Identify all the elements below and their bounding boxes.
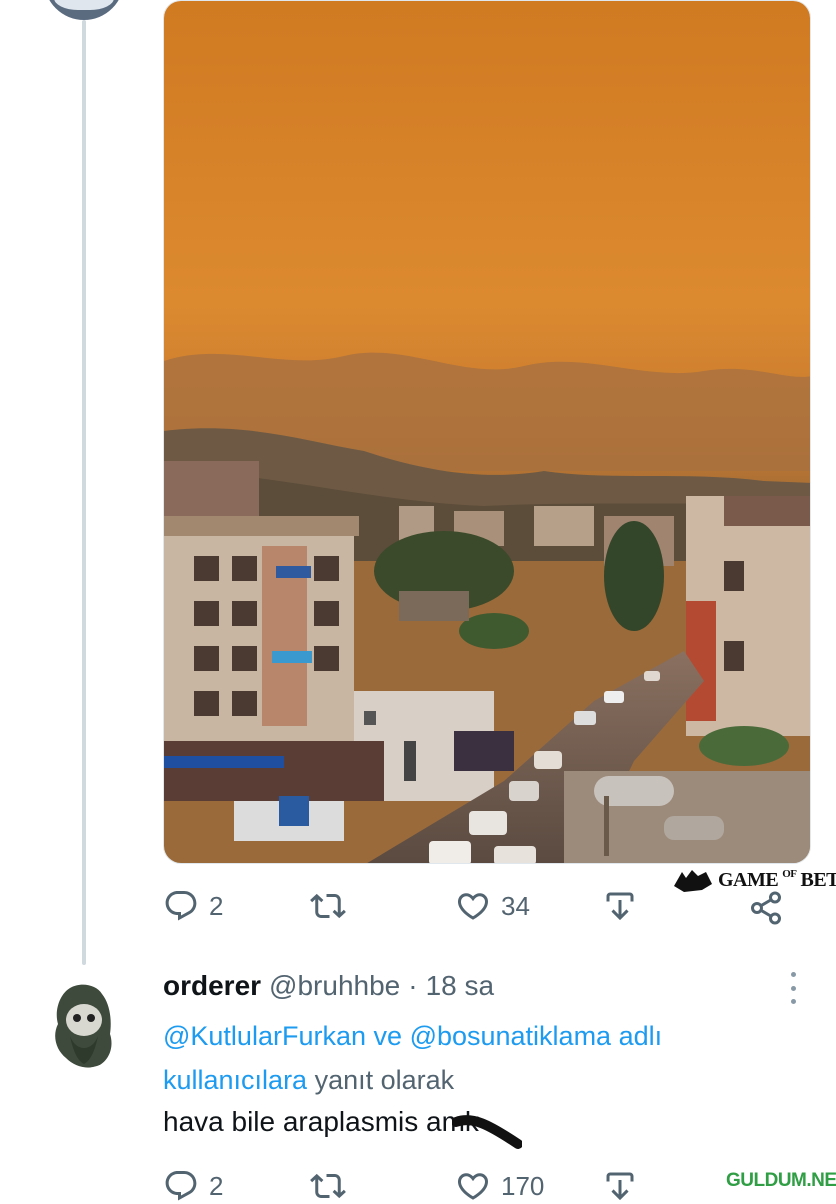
thread-connector-line [82,20,86,965]
guldum-watermark-text: GULDUM.NET [726,1170,836,1192]
heart-icon [455,1168,491,1204]
reply-reply-button[interactable]: 2 [163,1168,223,1204]
reply-button[interactable]: 2 [163,888,223,924]
bookmark-button[interactable] [602,888,638,924]
reply-header: orderer @bruhhbe · 18 sa [163,970,494,1002]
reply-count: 2 [209,891,223,922]
reply-suffix-text: yanıt olarak [315,1065,455,1095]
share-icon [748,890,784,926]
speech-bubble-icon [163,1168,199,1204]
reply-timestamp[interactable]: 18 sa [426,970,495,1002]
mention-connector: ve [374,1021,403,1051]
mention-kutlularfurkan[interactable]: @KutlularFurkan [163,1021,366,1051]
share-button[interactable] [748,890,784,926]
retweet-icon [310,1168,346,1204]
reply-bookmark-button[interactable] [602,1168,638,1204]
guldum-watermark: GULDUM.NET [726,1170,836,1192]
gameofbet-watermark: GAME OF BET [672,866,836,894]
mention-tail-users: kullanıcılara [163,1065,307,1095]
watermark-mid: OF [782,868,796,880]
header-separator: · [408,970,417,1002]
watermark-suffix: BET [801,869,836,892]
mention-tail-adli: adlı [619,1021,663,1051]
like-count: 34 [501,891,530,922]
censor-scribble [452,1110,522,1150]
more-options-icon[interactable] [788,972,798,1004]
like-button[interactable]: 34 [455,888,530,924]
tweet-media-photo[interactable] [163,0,811,864]
reply-handle[interactable]: @bruhhbe [269,970,400,1002]
reply-reply-count: 2 [209,1171,223,1202]
reply-body-text: hava bile araplasmis amk [163,1106,479,1138]
retweet-icon [310,888,346,924]
bookmark-download-icon [602,1168,638,1204]
reply-retweet-button[interactable] [310,1168,346,1204]
watermark-prefix: GAME [718,869,778,892]
mention-bosunatiklama[interactable]: @bosunatiklama [410,1021,612,1051]
previous-user-avatar[interactable] [44,0,124,20]
reply-user-avatar[interactable] [40,980,128,1068]
retweet-button[interactable] [310,888,346,924]
reply-display-name[interactable]: orderer [163,970,261,1002]
bookmark-download-icon [602,888,638,924]
reply-like-button[interactable]: 170 [455,1168,544,1204]
replying-to-line: @KutlularFurkan ve @bosunatiklama adlı k… [163,1014,783,1102]
reply-like-count: 170 [501,1171,544,1202]
speech-bubble-icon [163,888,199,924]
wolf-logo-icon [672,866,714,894]
heart-icon [455,888,491,924]
